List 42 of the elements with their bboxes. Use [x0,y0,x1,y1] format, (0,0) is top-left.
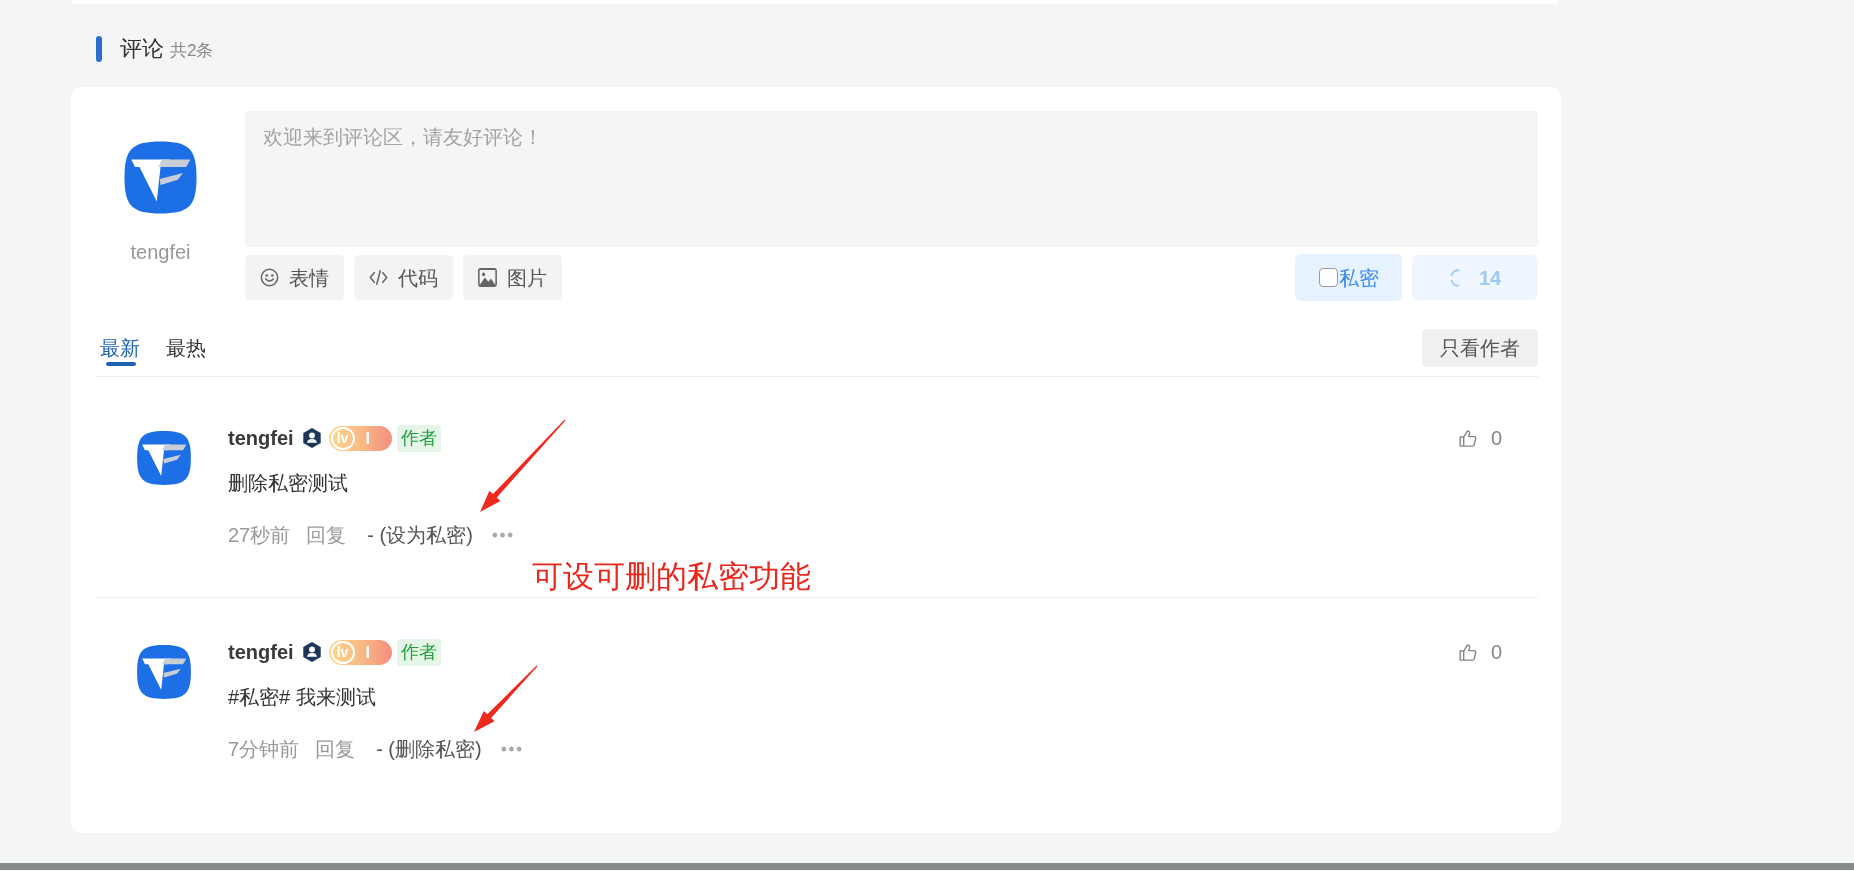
level-number: I [365,428,370,449]
author-name: tengfei [228,426,294,451]
avatar-icon [136,644,192,700]
thumbs-up-icon [1457,428,1477,448]
sort-tab[interactable]: 最新 [100,329,140,367]
level-number: I [365,642,370,663]
comment-text: #私密# 我来测试 [228,685,377,710]
code-button[interactable]: 代码 [354,255,453,300]
annotation-text: 可设可删的私密功能 [532,559,811,595]
private-checkbox[interactable] [1318,268,1338,287]
like-button[interactable]: 0 [1457,638,1502,666]
hexagon-person-icon [300,641,323,663]
more-icon[interactable] [500,746,522,752]
private-action-link[interactable]: - (设为私密) [367,521,473,549]
level-prefix: lv [330,640,355,664]
section-marker [96,36,102,62]
comment-time: 27秒前 [228,523,291,548]
thumbs-up-icon [1457,642,1477,662]
avatar-icon [136,430,192,486]
sort-tab[interactable]: 最热 [166,329,206,367]
level-prefix: lv [330,426,355,450]
comment-time: 7分钟前 [228,737,300,762]
private-action-link[interactable]: - (删除私密) [376,735,482,763]
comment-text: 删除私密测试 [228,471,349,496]
user-name: tengfei [130,240,191,264]
author-tag: 作者 [396,638,441,666]
section-title: 评论 [120,36,164,62]
hexagon-person-icon [300,427,323,449]
comment-input[interactable]: 欢迎来到评论区，请友好评论！ [245,111,1538,247]
comment-count: 共2条 [170,39,214,62]
author-only-button[interactable]: 只看作者 [1422,329,1538,367]
emoji-button[interactable]: 表情 [245,255,344,300]
smiley-icon [260,268,279,287]
image-icon [478,268,497,287]
author-tag: 作者 [396,424,441,452]
code-icon [369,268,388,287]
like-button[interactable]: 0 [1457,424,1502,452]
author-name: tengfei [228,640,294,665]
avatar-icon [123,140,198,215]
more-icon[interactable] [491,532,513,538]
image-button[interactable]: 图片 [463,255,562,300]
spinner-icon [1448,267,1461,288]
